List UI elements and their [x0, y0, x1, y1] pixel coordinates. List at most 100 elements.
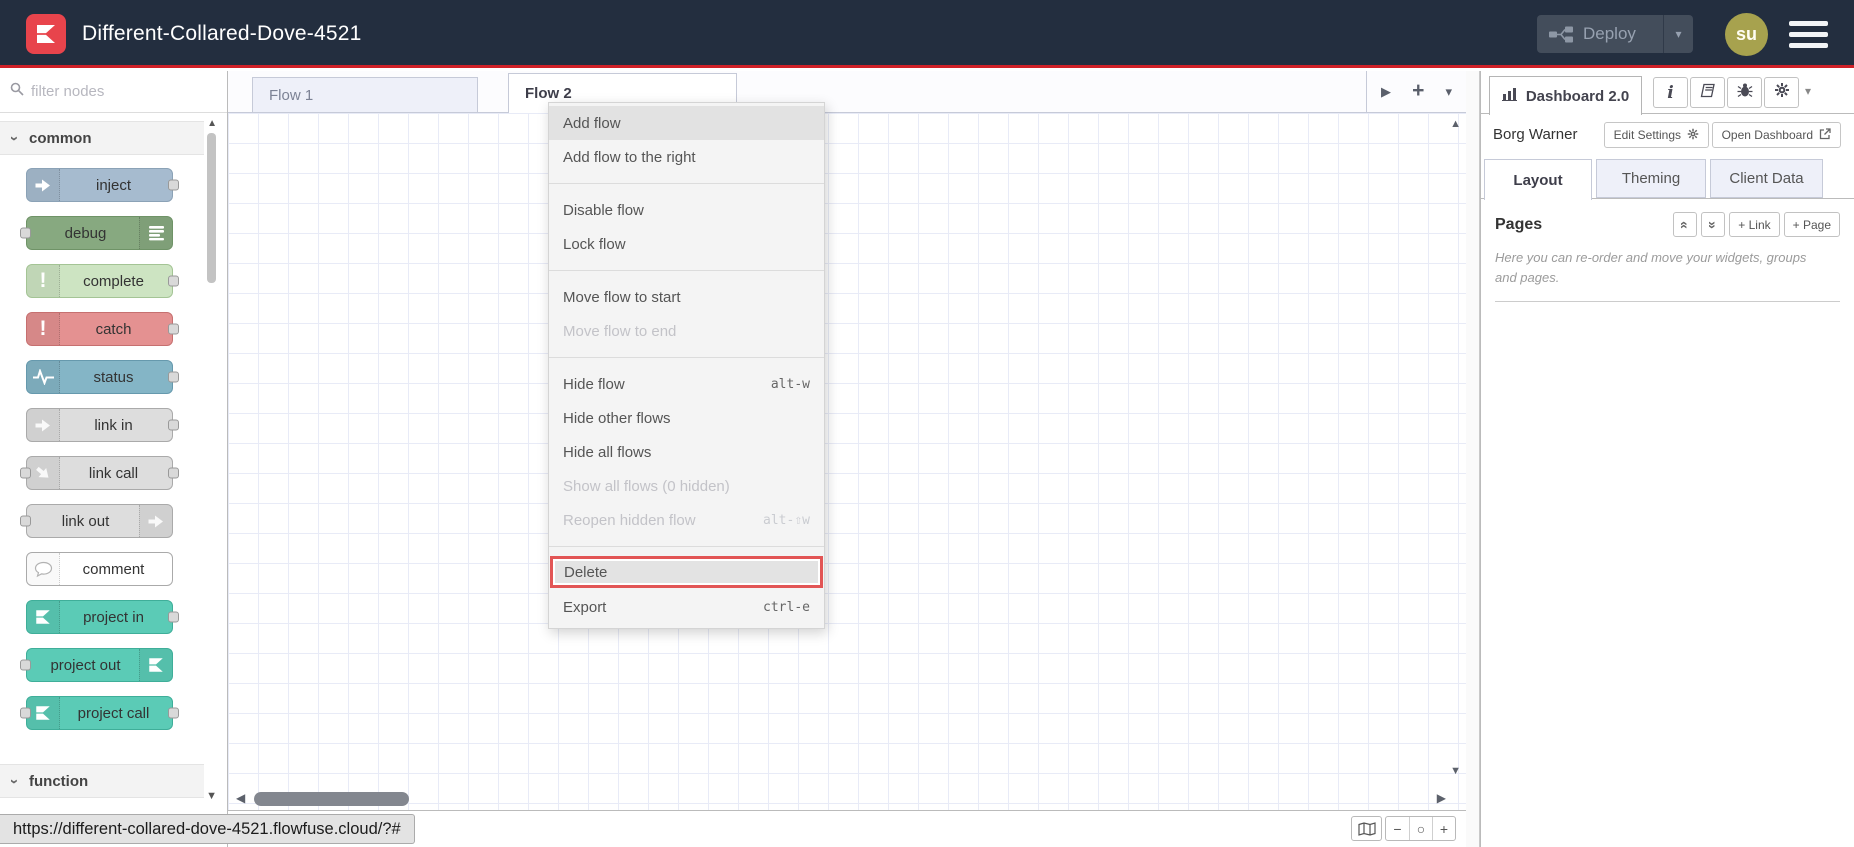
node-port [168, 179, 179, 191]
menu-item-hide-all-flows[interactable]: Hide all flows [549, 435, 824, 469]
sidebar-tab-dashboard[interactable]: Dashboard 2.0 [1489, 76, 1642, 115]
settings-button[interactable] [1764, 77, 1799, 108]
palette-node-inject[interactable]: inject [26, 168, 179, 202]
node-palette: › common inject debug ! complete ! catch [0, 71, 228, 847]
main-menu-icon[interactable] [1789, 21, 1828, 48]
palette-scrollbar-thumb[interactable] [207, 133, 216, 283]
sidebar-header: Dashboard 2.0 i ▾ [1481, 71, 1854, 115]
list-lines-icon [139, 217, 172, 249]
open-dashboard-button[interactable]: Open Dashboard [1711, 122, 1841, 148]
menu-separator [549, 357, 824, 358]
node-port [168, 323, 179, 335]
add-page-button[interactable]: + Page [1783, 212, 1840, 237]
flowfuse-icon [27, 697, 60, 729]
palette-category-common[interactable]: › common [0, 121, 204, 155]
palette-node-project-out[interactable]: project out [20, 648, 173, 682]
node-port [168, 467, 179, 479]
menu-item-hide-other-flows[interactable]: Hide other flows [549, 401, 824, 435]
arrow-in-icon [27, 169, 60, 201]
menu-item-export[interactable]: Export ctrl-e [549, 590, 824, 624]
palette-node-link-in[interactable]: link in [26, 408, 179, 442]
menu-separator [549, 270, 824, 271]
chevron-down-icon: › [6, 778, 23, 784]
canvas-scroll-right-icon[interactable]: ▶ [1437, 791, 1446, 805]
menu-item-add-flow[interactable]: Add flow [549, 106, 824, 140]
chevron-double-down-icon: » [1705, 220, 1722, 229]
palette-node-link-call[interactable]: link call [20, 456, 179, 490]
palette-node-link-out[interactable]: link out [20, 504, 173, 538]
menu-item-show-all-flows[interactable]: Show all flows (0 hidden) [549, 469, 824, 503]
filter-nodes-input[interactable] [31, 83, 181, 100]
deploy-icon [1549, 26, 1573, 43]
palette-scroll-up-icon[interactable]: ▲ [207, 118, 217, 129]
tab-scroll-right-icon[interactable]: ▶ [1381, 84, 1391, 100]
menu-separator [549, 546, 824, 547]
menu-item-add-flow-right[interactable]: Add flow to the right [549, 140, 824, 174]
tab-flow-1[interactable]: Flow 1 [252, 77, 478, 113]
search-icon [10, 82, 24, 101]
user-avatar[interactable]: su [1725, 13, 1768, 56]
link-arrow-icon [27, 457, 60, 489]
flowfuse-icon [27, 601, 60, 633]
exclamation-icon: ! [27, 313, 60, 345]
palette-category-function[interactable]: › function [0, 764, 204, 798]
tab-client-data[interactable]: Client Data [1710, 159, 1823, 198]
add-flow-icon[interactable]: + [1412, 79, 1424, 103]
node-port [168, 707, 179, 719]
flow-canvas[interactable] [228, 113, 1466, 810]
move-up-button[interactable]: « [1673, 212, 1698, 237]
zoom-in-button[interactable]: + [1432, 817, 1455, 840]
deploy-button[interactable]: Deploy ▾ [1537, 15, 1693, 53]
info-button[interactable]: i [1653, 77, 1688, 108]
palette-scroll-down-icon[interactable]: ▼ [206, 790, 217, 802]
flow-list-caret-icon[interactable]: ▾ [1445, 84, 1452, 100]
menu-item-hide-flow[interactable]: Hide flow alt-w [549, 367, 824, 401]
pages-description: Here you can re-order and move your widg… [1495, 250, 1807, 286]
deploy-options-caret-icon[interactable]: ▾ [1663, 15, 1693, 53]
palette-node-complete[interactable]: ! complete [26, 264, 179, 298]
canvas-scroll-down-icon[interactable]: ▼ [1450, 765, 1461, 777]
chevron-double-up-icon: « [1677, 220, 1694, 229]
gear-icon [1687, 128, 1699, 143]
menu-item-disable-flow[interactable]: Disable flow [549, 193, 824, 227]
tab-theming[interactable]: Theming [1596, 159, 1706, 198]
help-book-button[interactable] [1690, 77, 1725, 108]
app-header: Different-Collared-Dove-4521 Deploy ▾ su [0, 0, 1854, 68]
canvas-hscrollbar-thumb[interactable] [254, 792, 409, 806]
palette-node-catch[interactable]: ! catch [26, 312, 179, 346]
menu-item-lock-flow[interactable]: Lock flow [549, 227, 824, 261]
add-link-button[interactable]: + Link [1729, 212, 1780, 237]
palette-node-debug[interactable]: debug [20, 216, 173, 250]
menu-item-move-flow-start[interactable]: Move flow to start [549, 280, 824, 314]
zoom-reset-button[interactable]: ○ [1409, 817, 1432, 840]
workspace: Flow 1 Flow 2 ▶ + ▾ ▲ ▼ ◀ ▶ − ○ + [228, 71, 1466, 847]
menu-item-reopen-hidden-flow[interactable]: Reopen hidden flow alt-⇧w [549, 503, 824, 537]
menu-item-move-flow-end[interactable]: Move flow to end [549, 314, 824, 348]
menu-item-delete[interactable]: Delete [550, 556, 823, 588]
dashboard-sidebar-tabs: Layout Theming Client Data [1481, 156, 1854, 200]
palette-node-comment[interactable]: comment [26, 552, 173, 586]
node-port [20, 515, 31, 527]
palette-node-project-in[interactable]: project in [26, 600, 179, 634]
zoom-out-button[interactable]: − [1386, 817, 1409, 840]
sidebar-tabs-caret-icon[interactable]: ▾ [1805, 84, 1811, 98]
navigator-map-icon[interactable] [1351, 816, 1382, 841]
palette-search[interactable] [0, 71, 227, 113]
sidebar: Dashboard 2.0 i ▾ Borg Warner Edit Setti… [1480, 71, 1854, 847]
sidebar-splitter[interactable] [1466, 71, 1480, 847]
tab-layout[interactable]: Layout [1484, 159, 1592, 200]
instance-title: Different-Collared-Dove-4521 [82, 22, 362, 45]
pages-title: Pages [1495, 215, 1543, 233]
canvas-scroll-left-icon[interactable]: ◀ [236, 791, 245, 805]
canvas-scroll-up-icon[interactable]: ▲ [1450, 118, 1461, 130]
edit-settings-button[interactable]: Edit Settings [1603, 122, 1709, 148]
move-down-button[interactable]: » [1701, 212, 1726, 237]
node-port [168, 275, 179, 287]
heartbeat-icon [27, 361, 60, 393]
debug-button[interactable] [1727, 77, 1762, 108]
external-link-icon [1819, 127, 1831, 143]
info-icon: i [1667, 82, 1674, 103]
gear-icon [1774, 82, 1790, 103]
palette-node-status[interactable]: status [26, 360, 179, 394]
palette-node-project-call[interactable]: project call [20, 696, 179, 730]
